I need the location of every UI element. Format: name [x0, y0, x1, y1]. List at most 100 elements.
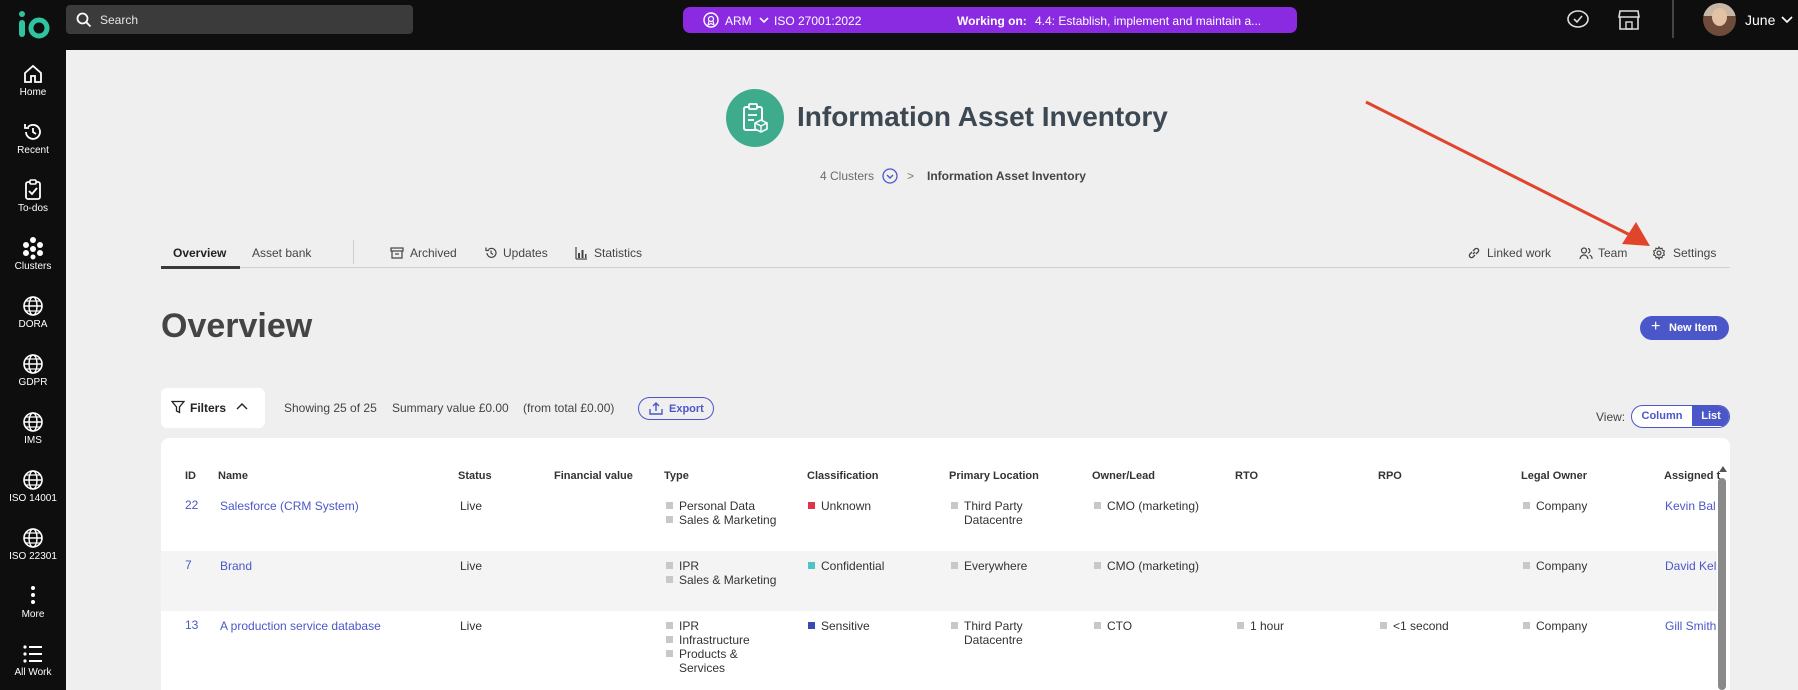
sidebar-item-label: To-dos [17, 203, 48, 214]
top-bar: Search ARM ISO 27001:2022 Working on: 4.… [0, 0, 1798, 50]
sidebar-item-home[interactable]: Home [0, 62, 66, 112]
io-logo[interactable] [16, 6, 50, 42]
owner-label: CTO [1107, 619, 1133, 633]
row-id[interactable]: 7 [185, 558, 192, 572]
row-status: Live [460, 499, 483, 513]
row-name-link[interactable]: A production service database [220, 619, 381, 633]
tab-settings[interactable]: Settings [1673, 246, 1716, 260]
globe-icon [23, 470, 43, 490]
tab-asset-bank[interactable]: Asset bank [252, 246, 311, 260]
type-tag-label-cont: Services [679, 661, 726, 675]
chevron-down-icon[interactable] [758, 14, 770, 26]
globe-icon [23, 412, 43, 432]
table-row[interactable]: 22 Salesforce (CRM System) Live Personal… [161, 498, 1717, 558]
chevron-down-icon[interactable] [1780, 14, 1794, 26]
view-list-button[interactable]: List [1692, 406, 1729, 426]
updates-icon [485, 247, 497, 258]
sidebar-item-clusters[interactable]: Clusters [0, 236, 66, 286]
row-status: Live [460, 559, 483, 573]
column-header-id[interactable]: ID [185, 470, 196, 482]
type-tag-label: Personal Data [679, 499, 756, 513]
sidebar-item-gdpr[interactable]: GDPR [0, 352, 66, 402]
column-header-owner-lead[interactable]: Owner/Lead [1092, 470, 1155, 482]
column-header-legal-owner[interactable]: Legal Owner [1521, 470, 1587, 482]
scroll-up-arrow[interactable] [1719, 466, 1727, 472]
framework-badge-icon [703, 12, 719, 28]
section-title: Overview [161, 307, 313, 345]
export-button[interactable]: Export [638, 397, 714, 420]
column-header-name[interactable]: Name [218, 470, 248, 482]
table-row[interactable]: 13 A production service database Live IP… [161, 611, 1717, 690]
tab-statistics[interactable]: Statistics [594, 246, 642, 260]
location-label: Third Party [964, 619, 1023, 633]
sidebar-item-iso-14001[interactable]: ISO 14001 [0, 468, 66, 518]
legal-owner-tag: Company [1523, 559, 1587, 573]
filters-button[interactable]: Filters [161, 388, 265, 428]
tab-overview[interactable]: Overview [173, 246, 226, 260]
sidebar-item-label: IMS [24, 435, 42, 446]
chevron-up-icon [236, 403, 248, 410]
assigned-user-link[interactable]: Kevin Bal [1665, 499, 1716, 513]
column-header-type[interactable]: Type [664, 470, 689, 482]
home-icon [24, 64, 42, 83]
sidebar-item-todos[interactable]: To-dos [0, 178, 66, 228]
assigned-user-link[interactable]: David Kel [1665, 559, 1716, 573]
chevron-down-circle-icon[interactable] [882, 168, 898, 184]
column-header-assigned[interactable]: Assigned t [1664, 470, 1720, 482]
column-header-rto[interactable]: RTO [1235, 470, 1258, 482]
sidebar-item-ims[interactable]: IMS [0, 410, 66, 460]
search-box[interactable]: Search [66, 5, 413, 34]
sidebar-item-label: DORA [18, 319, 48, 330]
view-label: View: [1596, 410, 1626, 424]
new-item-button[interactable]: + New Item [1640, 316, 1729, 340]
topbar-divider [1672, 0, 1674, 38]
working-on-banner[interactable]: ARM ISO 27001:2022 Working on: 4.4: Esta… [683, 7, 1297, 33]
export-label: Export [669, 403, 704, 415]
filter-icon [171, 400, 185, 414]
sidebar-item-iso-22301[interactable]: ISO 22301 [0, 526, 66, 576]
column-header-primary-location[interactable]: Primary Location [949, 470, 1039, 482]
clusters-icon [23, 237, 43, 260]
tabs-divider [161, 267, 1730, 268]
column-header-financial-value[interactable]: Financial value [554, 470, 633, 482]
sidebar-item-recent[interactable]: Recent [0, 120, 66, 170]
classification-label: Confidential [821, 559, 885, 573]
search-input[interactable]: Search [100, 13, 138, 27]
legal-owner-label: Company [1536, 619, 1588, 633]
column-header-rpo[interactable]: RPO [1378, 470, 1402, 482]
marketplace-icon[interactable] [1617, 9, 1641, 31]
history-icon [24, 124, 41, 140]
sidebar-item-more[interactable]: More [0, 584, 66, 634]
assigned-user-link[interactable]: Gill Smith [1665, 619, 1716, 633]
location-label: Everywhere [964, 559, 1028, 573]
chat-icon[interactable] [1566, 9, 1590, 31]
working-on-label: Working on: [957, 14, 1027, 28]
sidebar: Home Recent To-dos Clusters DORA GDPR IM… [0, 50, 66, 690]
breadcrumb-clusters[interactable]: 4 Clusters [820, 169, 874, 183]
user-name[interactable]: June [1745, 12, 1775, 28]
sidebar-item-dora[interactable]: DORA [0, 294, 66, 344]
row-id[interactable]: 13 [185, 618, 198, 632]
vertical-scrollbar[interactable] [1718, 478, 1726, 690]
table-row[interactable]: 7 Brand Live IPR Sales & Marketing Confi… [161, 551, 1717, 611]
type-tag: IPR [666, 619, 699, 633]
summary-value: Summary value £0.00 [392, 401, 509, 415]
owner-label: CMO (marketing) [1107, 559, 1200, 573]
avatar[interactable] [1703, 3, 1736, 36]
column-header-classification[interactable]: Classification [807, 470, 879, 482]
column-header-status[interactable]: Status [458, 470, 492, 482]
classification-tag: Confidential [808, 559, 884, 573]
legal-owner-tag: Company [1523, 619, 1587, 633]
view-column-button[interactable]: Column [1632, 406, 1692, 426]
row-id[interactable]: 22 [185, 498, 198, 512]
location-label-cont: Datacentre [964, 633, 1023, 647]
tab-updates[interactable]: Updates [503, 246, 548, 260]
rpo-label: <1 second [1393, 619, 1449, 633]
sidebar-item-all-work[interactable]: All Work [0, 642, 66, 690]
framework-selector[interactable]: ARM [725, 14, 752, 28]
tab-archived[interactable]: Archived [410, 246, 457, 260]
row-name-link[interactable]: Salesforce (CRM System) [220, 499, 359, 513]
row-name-link[interactable]: Brand [220, 559, 252, 573]
working-on-item[interactable]: 4.4: Establish, implement and maintain a… [1035, 14, 1261, 28]
owner-tag: CMO (marketing) [1094, 499, 1199, 513]
